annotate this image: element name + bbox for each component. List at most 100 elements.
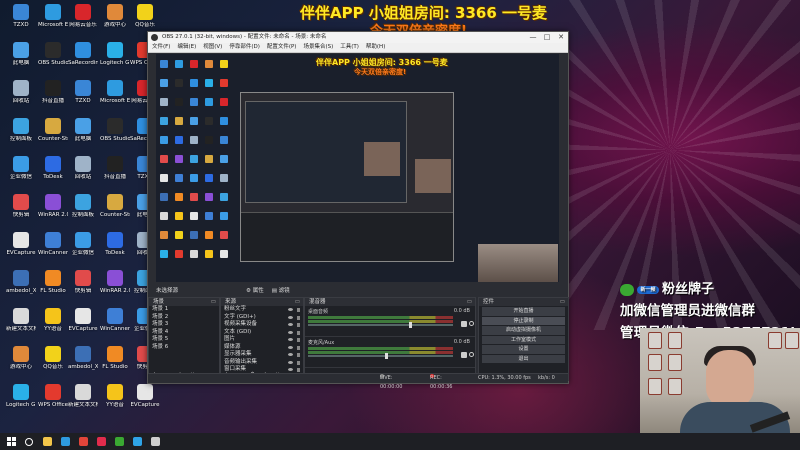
taskbar-app-button[interactable]	[76, 436, 90, 448]
gear-icon[interactable]	[469, 352, 474, 357]
desktop-icon[interactable]: FL Studio	[100, 346, 130, 384]
minimize-button[interactable]: —	[526, 32, 540, 43]
desktop-icon[interactable]: ambedol_XE 14	[68, 346, 98, 384]
lock-icon[interactable]	[297, 338, 300, 342]
desktop-icon[interactable]: Counter-Strike	[100, 194, 130, 232]
desktop-icon[interactable]: 企业微信	[6, 156, 36, 194]
desktop-icon[interactable]: 快剪辑	[68, 270, 98, 308]
lock-icon[interactable]	[297, 353, 300, 357]
desktop-icon[interactable]: 抖音直播	[100, 156, 130, 194]
desktop-icon[interactable]: 新建文本文档	[6, 308, 36, 346]
visibility-eye-icon[interactable]	[288, 308, 293, 311]
desktop-icon[interactable]: ToDesk	[100, 232, 130, 270]
source-item[interactable]: 文本 (GDI)	[221, 329, 303, 337]
source-item[interactable]: 文字 (GDI+)	[221, 314, 303, 322]
desktop-icon[interactable]: 游戏中心	[6, 346, 36, 384]
desktop-icon[interactable]: WinCanner	[100, 308, 130, 346]
menu-edit[interactable]: 编辑(E)	[177, 43, 196, 52]
control-button[interactable]: 工作室模式	[482, 335, 565, 344]
obs-preview[interactable]: 伴伴APP 小姐姐房间: 3366 一号麦 今天双倍亲密度!	[156, 54, 559, 282]
source-item[interactable]: 视频采集设备	[221, 321, 303, 329]
desktop-icon[interactable]: OBS Studio	[38, 42, 68, 80]
visibility-eye-icon[interactable]	[288, 353, 293, 356]
volume-slider-handle[interactable]	[408, 322, 412, 328]
desktop-icon[interactable]: WinRAR 2.0	[38, 194, 68, 232]
desktop-icon[interactable]: SaRecording Manager	[68, 42, 98, 80]
desktop-icon[interactable]: EVCapture	[130, 384, 160, 422]
visibility-eye-icon[interactable]	[288, 360, 293, 364]
menu-view[interactable]: 视图(V)	[203, 43, 222, 52]
desktop-icon[interactable]: YY语音	[100, 384, 130, 422]
desktop-icon[interactable]: ambedol_XE 14	[6, 270, 36, 308]
desktop-icon[interactable]: Microsoft Edge	[100, 80, 130, 118]
visibility-eye-icon[interactable]	[288, 330, 293, 334]
source-item[interactable]: 音频输出采集	[221, 359, 303, 367]
speaker-icon[interactable]	[461, 352, 467, 358]
visibility-eye-icon[interactable]	[288, 338, 293, 341]
start-button[interactable]	[4, 436, 18, 448]
obs-window[interactable]: OBS 27.0.1 (32-bit, windows) - 配置文件: 未命名…	[147, 31, 569, 390]
lock-icon[interactable]	[297, 368, 300, 372]
desktop-icon[interactable]: Counter-Strike	[38, 118, 68, 156]
panel-close-icon[interactable]: ▭	[211, 298, 216, 306]
taskbar-app-button[interactable]	[112, 436, 126, 448]
properties-button[interactable]: ⚙ 属性	[246, 286, 264, 294]
lock-icon[interactable]	[297, 308, 300, 312]
desktop-icon[interactable]: Microsoft Edge	[38, 4, 68, 42]
desktop-icon[interactable]: 此电脑	[68, 118, 98, 156]
desktop-icon[interactable]: WinRAR 2.0	[100, 270, 130, 308]
desktop-icon[interactable]: TZXD	[6, 4, 36, 42]
scene-item[interactable]: 场景 5	[149, 336, 219, 344]
source-item[interactable]: 媒体源	[221, 344, 303, 352]
scene-item[interactable]: 场景 2	[149, 314, 219, 322]
menu-docks[interactable]: 停靠部件(D)	[229, 43, 260, 52]
desktop-icon[interactable]: EVCapture	[6, 232, 36, 270]
desktop-icon[interactable]: 网易云音乐	[68, 4, 98, 42]
close-button[interactable]: ✕	[554, 32, 568, 43]
speaker-icon[interactable]	[461, 321, 467, 327]
taskbar-app-button[interactable]	[40, 436, 54, 448]
volume-slider[interactable]	[308, 355, 453, 357]
volume-slider[interactable]	[308, 324, 453, 326]
filters-button[interactable]: ▤ 滤镜	[272, 286, 290, 294]
desktop-icon[interactable]: QQ音乐	[38, 346, 68, 384]
desktop-icon[interactable]: 游戏中心	[100, 4, 130, 42]
scene-item[interactable]: 场景 4	[149, 329, 219, 337]
taskbar-app-button[interactable]	[130, 436, 144, 448]
desktop-icon[interactable]: 企业微信	[68, 232, 98, 270]
desktop-icon[interactable]: OBS Studio	[100, 118, 130, 156]
desktop-icon[interactable]: 回收站	[6, 80, 36, 118]
lock-icon[interactable]	[297, 330, 300, 335]
panel-close-icon[interactable]: ▭	[560, 298, 565, 306]
maximize-button[interactable]: □	[540, 32, 554, 43]
taskbar-app-button[interactable]	[148, 436, 162, 448]
lock-icon[interactable]	[297, 323, 300, 327]
control-button[interactable]: 设置	[482, 345, 565, 354]
obs-titlebar[interactable]: OBS 27.0.1 (32-bit, windows) - 配置文件: 未命名…	[148, 32, 568, 43]
source-item[interactable]: 显示器采集	[221, 351, 303, 359]
menu-tools[interactable]: 工具(T)	[340, 43, 359, 52]
desktop-icon[interactable]: Logitech G HUB	[100, 42, 130, 80]
visibility-eye-icon[interactable]	[288, 315, 293, 319]
control-button[interactable]: 开始直播	[482, 307, 565, 316]
panel-close-icon[interactable]: ▭	[467, 298, 472, 306]
control-button[interactable]: 停止录制	[482, 316, 565, 325]
control-button[interactable]: 启动虚拟摄像机	[482, 326, 565, 335]
scene-item[interactable]: 场景 6	[149, 344, 219, 352]
desktop-icon[interactable]: EVCapture	[68, 308, 98, 346]
desktop-icon[interactable]: TZXD	[68, 80, 98, 118]
menu-profile[interactable]: 配置文件(P)	[267, 43, 297, 52]
scene-item[interactable]: 场景 1	[149, 306, 219, 314]
desktop-icon[interactable]: FL Studio	[38, 270, 68, 308]
menu-scene-collection[interactable]: 场景集合(S)	[303, 43, 333, 52]
lock-icon[interactable]	[297, 345, 300, 350]
desktop-icon[interactable]: 新建文本文档	[68, 384, 98, 422]
search-button[interactable]	[22, 436, 36, 448]
control-button[interactable]: 退出	[482, 354, 565, 363]
scene-item[interactable]: 场景 3	[149, 321, 219, 329]
desktop-icon[interactable]: 快剪辑	[6, 194, 36, 232]
desktop-icon[interactable]: 此电脑	[6, 42, 36, 80]
desktop-icon[interactable]: Logitech G HUB	[6, 384, 36, 422]
taskbar-app-button[interactable]	[58, 436, 72, 448]
lock-icon[interactable]	[297, 360, 300, 365]
